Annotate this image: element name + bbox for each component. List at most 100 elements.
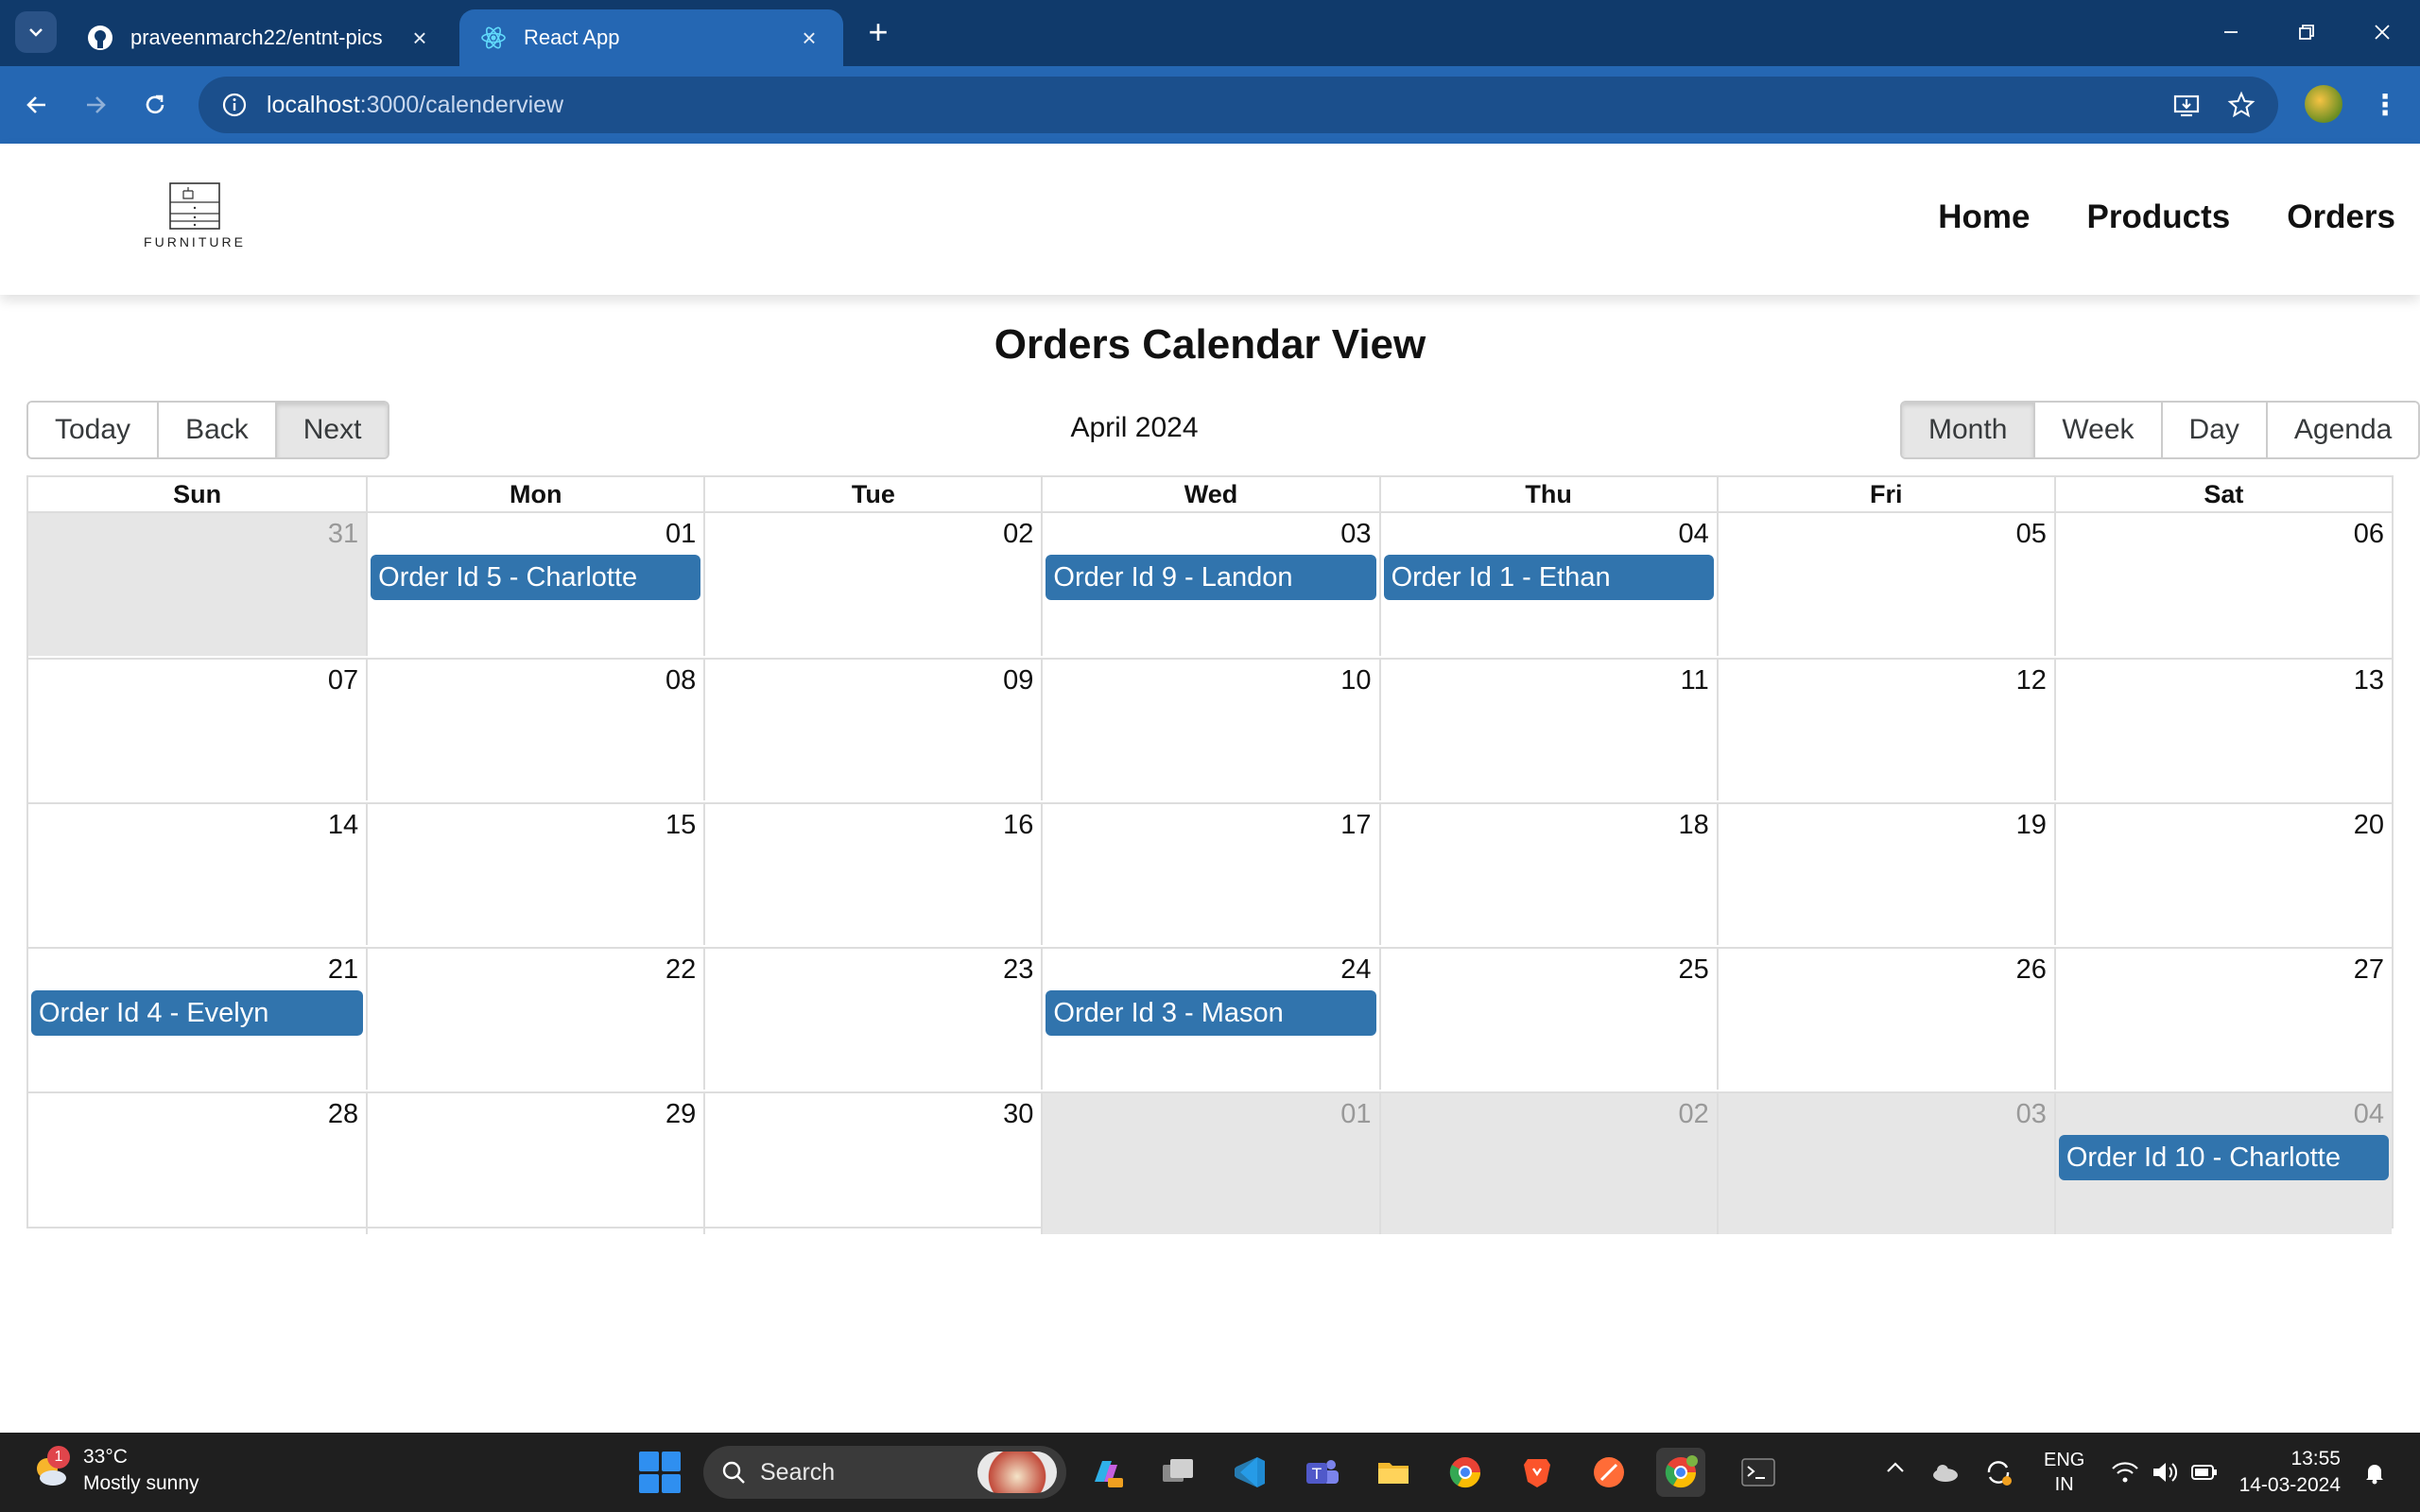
order-event[interactable]: Order Id 1 - Ethan (1383, 555, 1714, 600)
back-arrow-icon[interactable] (15, 83, 59, 127)
day-cell[interactable]: 01 Order Id 5 - Charlotte (366, 513, 703, 656)
weather-widget[interactable]: 1 33°C Mostly sunny (30, 1444, 199, 1497)
day-cell[interactable]: 12 (1716, 660, 2054, 800)
date-number[interactable]: 17 (1340, 810, 1371, 841)
date-number[interactable]: 10 (1340, 665, 1371, 696)
day-cell[interactable]: 31 (28, 513, 367, 656)
browser-tab-react-app[interactable]: React App × (459, 9, 843, 66)
date-number[interactable]: 06 (2354, 519, 2384, 550)
date-number[interactable]: 13 (2354, 665, 2384, 696)
close-icon[interactable]: × (406, 24, 433, 52)
day-cell[interactable]: 19 (1716, 804, 2054, 945)
site-info-icon[interactable] (216, 86, 253, 124)
day-cell[interactable]: 03 Order Id 9 - Landon (1041, 513, 1378, 656)
terminal-icon[interactable] (1734, 1448, 1783, 1497)
date-number[interactable]: 29 (666, 1099, 696, 1130)
forward-arrow-icon[interactable] (74, 83, 117, 127)
new-tab-plus-icon[interactable]: + (860, 15, 896, 51)
day-cell[interactable]: 15 (366, 804, 703, 945)
date-number[interactable]: 11 (1681, 665, 1709, 696)
restore-icon[interactable] (2278, 13, 2335, 51)
day-cell[interactable]: 13 (2053, 660, 2392, 800)
day-cell[interactable]: 11 (1378, 660, 1717, 800)
furniture-logo[interactable]: FURNITURE (142, 181, 248, 257)
date-number[interactable]: 02 (1678, 1099, 1708, 1130)
date-number[interactable]: 08 (666, 665, 696, 696)
install-app-icon[interactable] (2165, 83, 2208, 127)
day-cell[interactable]: 23 (703, 949, 1041, 1090)
date-number[interactable]: 04 (1678, 519, 1708, 550)
date-number[interactable]: 27 (2354, 954, 2384, 986)
day-cell[interactable]: 30 (703, 1093, 1041, 1234)
back-button[interactable]: Back (159, 403, 277, 457)
day-cell[interactable]: 09 (703, 660, 1041, 800)
vscode-icon[interactable] (1225, 1448, 1274, 1497)
teams-icon[interactable]: T (1297, 1448, 1346, 1497)
day-cell[interactable]: 04 Order Id 1 - Ethan (1378, 513, 1717, 656)
nav-orders-link[interactable]: Orders (2287, 198, 2395, 236)
date-number[interactable]: 26 (2016, 954, 2047, 986)
day-cell[interactable]: 21 Order Id 4 - Evelyn (28, 949, 366, 1090)
date-number[interactable]: 07 (328, 665, 358, 696)
date-number[interactable]: 14 (328, 810, 358, 841)
date-number[interactable]: 12 (2016, 665, 2047, 696)
notification-bell-icon[interactable] (2358, 1455, 2392, 1489)
agenda-view-button[interactable]: Agenda (2267, 403, 2419, 457)
nav-home-link[interactable]: Home (1938, 198, 2030, 236)
day-cell[interactable]: 02 (1378, 1093, 1717, 1234)
minimize-icon[interactable] (2203, 13, 2259, 51)
next-button[interactable]: Next (276, 403, 389, 457)
file-explorer-icon[interactable] (1369, 1448, 1418, 1497)
day-cell[interactable]: 07 (28, 660, 366, 800)
profile-avatar[interactable] (2305, 85, 2342, 123)
day-cell[interactable]: 16 (703, 804, 1041, 945)
day-cell[interactable]: 03 (1716, 1093, 2054, 1234)
volume-icon[interactable] (2148, 1455, 2182, 1489)
date-number[interactable]: 28 (328, 1099, 358, 1130)
date-number[interactable]: 02 (1003, 519, 1033, 550)
task-view-icon[interactable] (1153, 1448, 1202, 1497)
tab-search-button[interactable] (15, 11, 57, 53)
day-view-button[interactable]: Day (2162, 403, 2268, 457)
window-close-icon[interactable] (2354, 13, 2411, 51)
date-number[interactable]: 31 (328, 519, 358, 550)
day-cell[interactable]: 04 Order Id 10 - Charlotte (2053, 1093, 2392, 1234)
day-cell[interactable]: 20 (2053, 804, 2392, 945)
date-number[interactable]: 03 (1340, 519, 1371, 550)
date-number[interactable]: 20 (2354, 810, 2384, 841)
copilot-icon[interactable] (1081, 1448, 1131, 1497)
date-number[interactable]: 03 (2016, 1099, 2047, 1130)
day-cell[interactable]: 05 (1716, 513, 2054, 656)
week-view-button[interactable]: Week (2035, 403, 2163, 457)
order-event[interactable]: Order Id 3 - Mason (1046, 990, 1376, 1036)
today-button[interactable]: Today (28, 403, 160, 457)
windows-start-icon[interactable] (639, 1452, 681, 1493)
date-number[interactable]: 15 (666, 810, 696, 841)
onedrive-cloud-icon[interactable] (1928, 1455, 1962, 1489)
sync-icon[interactable] (1981, 1455, 2015, 1489)
order-event[interactable]: Order Id 9 - Landon (1046, 555, 1376, 600)
battery-icon[interactable] (2187, 1455, 2221, 1489)
brave-icon[interactable] (1512, 1448, 1562, 1497)
order-event[interactable]: Order Id 10 - Charlotte (2058, 1135, 2389, 1180)
day-cell[interactable]: 25 (1378, 949, 1717, 1090)
order-event[interactable]: Order Id 4 - Evelyn (31, 990, 364, 1036)
chrome-profile-icon[interactable] (1656, 1448, 1705, 1497)
order-event[interactable]: Order Id 5 - Charlotte (371, 555, 701, 600)
date-number[interactable]: 16 (1003, 810, 1033, 841)
address-bar[interactable]: localhost:3000/calenderview (199, 77, 2278, 133)
date-number[interactable]: 01 (1340, 1099, 1371, 1130)
browser-tab-github[interactable]: praveenmarch22/entnt-pics × (66, 9, 454, 66)
bookmark-star-icon[interactable] (2220, 83, 2263, 127)
postman-icon[interactable] (1584, 1448, 1634, 1497)
close-icon[interactable]: × (796, 24, 822, 52)
day-cell[interactable]: 22 (366, 949, 703, 1090)
day-cell[interactable]: 26 (1716, 949, 2054, 1090)
day-cell[interactable]: 28 (28, 1093, 366, 1234)
day-cell[interactable]: 27 (2053, 949, 2392, 1090)
date-number[interactable]: 18 (1678, 810, 1708, 841)
more-menu-icon[interactable]: ⋮ (2363, 83, 2407, 127)
wifi-icon[interactable] (2108, 1455, 2142, 1489)
chrome-icon[interactable] (1441, 1448, 1490, 1497)
day-cell[interactable]: 02 (703, 513, 1041, 656)
